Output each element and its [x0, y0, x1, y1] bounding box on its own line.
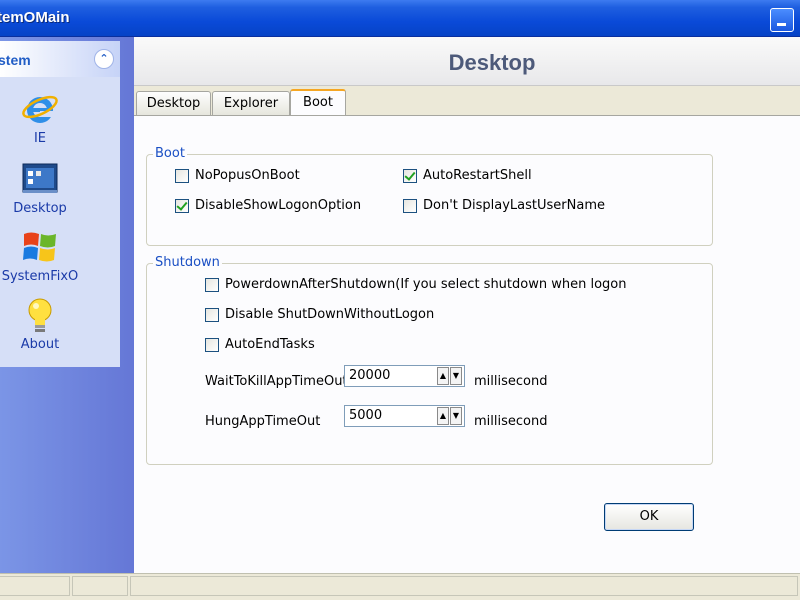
- status-bar: [0, 573, 800, 600]
- wait-to-kill-unit: millisecond: [474, 374, 548, 389]
- page-title: Desktop: [448, 50, 536, 75]
- checkbox-box[interactable]: [205, 308, 219, 322]
- shutdown-group: Shutdown PowerdownAfterShutdown(If you s…: [146, 255, 713, 465]
- checkbox-label: Disable ShutDownWithoutLogon: [225, 307, 435, 322]
- sidebar-item-label: About: [20, 337, 60, 352]
- lightbulb-icon: [28, 298, 52, 332]
- checkbox-box[interactable]: [205, 278, 219, 292]
- sidebar-item-label: IE: [33, 131, 47, 146]
- tab-strip: Desktop Explorer Boot: [134, 89, 800, 116]
- checkbox-box[interactable]: [175, 199, 189, 213]
- title-bar: temOMain: [0, 0, 800, 37]
- wait-to-kill-spinner[interactable]: 20000 ▲ ▼: [344, 365, 465, 387]
- checkbox-label: Don't DisplayLastUserName: [423, 198, 605, 213]
- sidebar-panel: stem ⌃ IE Desktop SystemFixO About: [0, 41, 120, 367]
- sidebar-header-label: stem: [0, 52, 31, 68]
- main-content: Desktop Desktop Explorer Boot Boot NoPop…: [134, 37, 800, 573]
- desktop-icon: [22, 163, 58, 193]
- spinner-buttons: ▲ ▼: [437, 367, 462, 385]
- sidebar-item-desktop[interactable]: Desktop: [0, 159, 80, 216]
- checkbox-label: PowerdownAfterShutdown(If you select shu…: [225, 277, 627, 292]
- spinner-value: 20000: [349, 368, 391, 383]
- status-cell: [72, 576, 128, 596]
- status-cell: [0, 576, 70, 596]
- windows-logo-icon: [23, 232, 56, 262]
- wait-to-kill-label: WaitToKillAppTimeOut: [205, 374, 348, 389]
- sidebar-item-label: SystemFixO: [1, 269, 79, 284]
- sidebar-item-systemfix[interactable]: SystemFixO: [0, 227, 80, 284]
- spinner-value: 5000: [349, 408, 383, 423]
- ie-icon: [22, 95, 58, 123]
- tab-desktop[interactable]: Desktop: [136, 91, 211, 115]
- checkbox-box[interactable]: [205, 338, 219, 352]
- header-banner: Desktop: [134, 37, 800, 86]
- sidebar: stem ⌃ IE Desktop SystemFixO About: [0, 37, 134, 573]
- checkbox-box[interactable]: [175, 169, 189, 183]
- tab-boot[interactable]: Boot: [290, 89, 346, 116]
- boot-group-caption: Boot: [153, 146, 187, 161]
- spinner-up-icon[interactable]: ▲: [437, 407, 449, 425]
- checkbox-label: DisableShowLogonOption: [195, 198, 362, 213]
- spinner-buttons: ▲ ▼: [437, 407, 462, 425]
- boot-tab-page: Boot NoPopusOnBoot AutoRestartShell Disa…: [134, 115, 800, 573]
- spinner-down-icon[interactable]: ▼: [450, 407, 462, 425]
- sidebar-item-ie[interactable]: IE: [0, 89, 80, 146]
- hung-app-label: HungAppTimeOut: [205, 414, 321, 429]
- minimize-button[interactable]: [770, 8, 794, 32]
- status-cell: [130, 576, 798, 596]
- spinner-down-icon[interactable]: ▼: [450, 367, 462, 385]
- sidebar-item-about[interactable]: About: [0, 295, 80, 352]
- ok-button[interactable]: OK: [604, 503, 694, 531]
- hung-app-spinner[interactable]: 5000 ▲ ▼: [344, 405, 465, 427]
- checkbox-label: NoPopusOnBoot: [195, 168, 300, 183]
- hung-app-unit: millisecond: [474, 414, 548, 429]
- boot-group: Boot NoPopusOnBoot AutoRestartShell Disa…: [146, 146, 713, 246]
- sidebar-header[interactable]: stem ⌃: [0, 41, 120, 77]
- spinner-up-icon[interactable]: ▲: [437, 367, 449, 385]
- checkbox-box[interactable]: [403, 199, 417, 213]
- sidebar-item-label: Desktop: [13, 201, 67, 216]
- checkbox-label: AutoEndTasks: [225, 337, 315, 352]
- shutdown-group-caption: Shutdown: [153, 255, 222, 270]
- window-title: temOMain: [0, 9, 70, 26]
- tab-explorer[interactable]: Explorer: [212, 91, 290, 115]
- checkbox-label: AutoRestartShell: [423, 168, 532, 183]
- collapse-icon[interactable]: ⌃: [94, 49, 114, 69]
- checkbox-box[interactable]: [403, 169, 417, 183]
